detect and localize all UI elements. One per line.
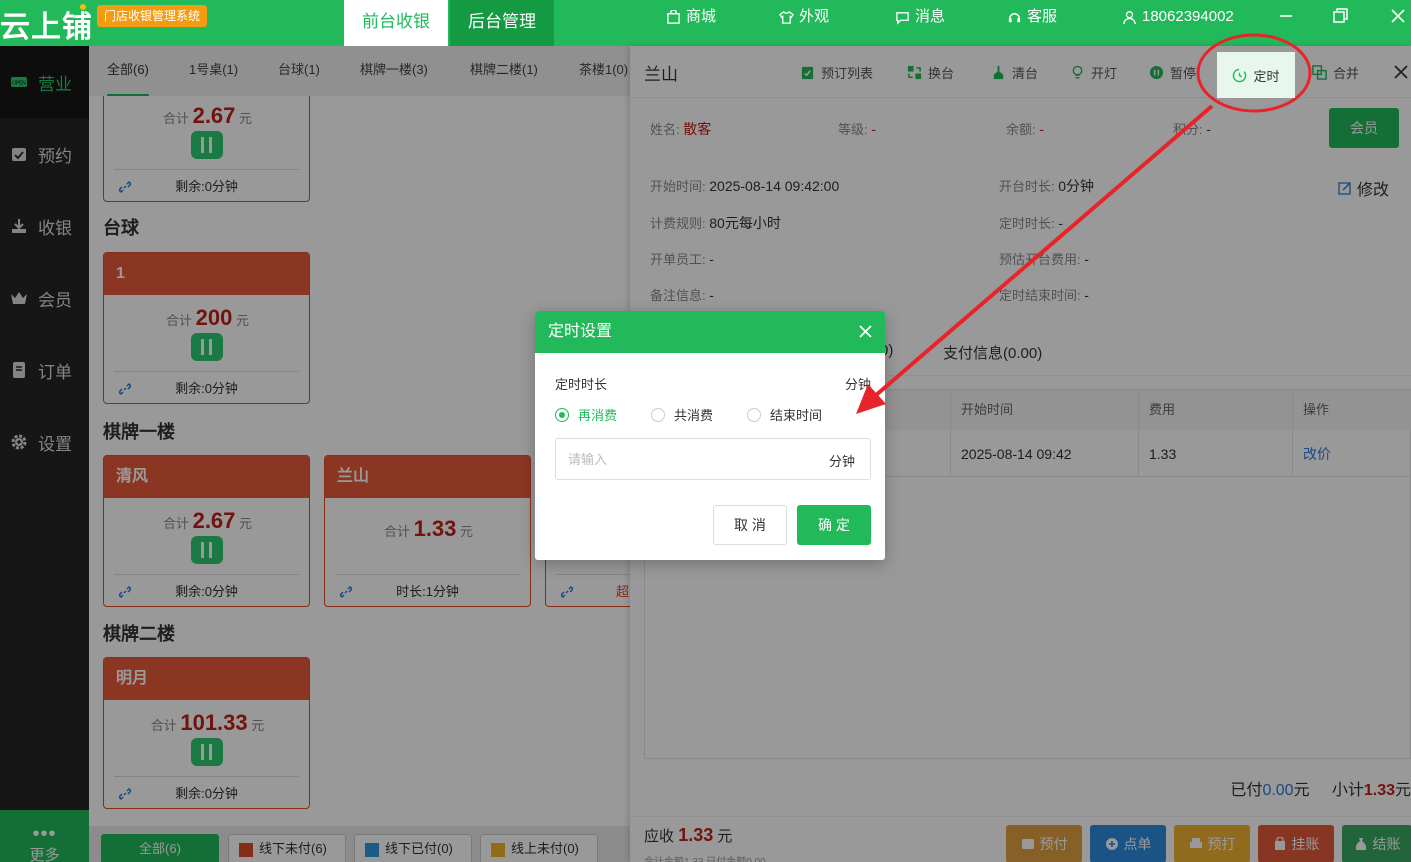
estimated-fee: 预估开台费用: -	[999, 251, 1089, 267]
member-button[interactable]: 会员	[1329, 108, 1399, 148]
top-bar: 云上铺 门店收银管理系统 前台收银 后台管理 商城 外观 消息 客服 18062…	[0, 0, 1411, 46]
row-fee: 1.33	[1139, 431, 1293, 477]
clipboard-check-icon	[801, 66, 814, 80]
radio-dot	[555, 407, 569, 422]
order-button[interactable]: 点单	[1090, 825, 1166, 862]
tab-front-desk[interactable]: 前台收银	[344, 0, 448, 46]
booking-list-button[interactable]: 预订列表	[800, 63, 873, 82]
bag-icon	[1274, 837, 1285, 850]
broom-icon	[993, 65, 1004, 80]
customer-balance: 余额: -	[1006, 121, 1044, 137]
duration-input[interactable]	[555, 438, 871, 480]
billing-rule: 计费规则: 80元每小时	[650, 215, 781, 231]
customer-name: 姓名: 散客	[650, 121, 712, 137]
amount-due-detail: 合计金额1.33 已付金额0.00	[644, 853, 766, 862]
open-duration: 开台时长: 0分钟	[999, 178, 1095, 194]
user-icon	[1123, 10, 1136, 24]
remark: 备注信息: -	[650, 287, 714, 303]
change-price-link[interactable]: 改价	[1293, 431, 1411, 477]
nav-messages-label: 消息	[915, 8, 946, 25]
money-bag-icon	[1355, 838, 1366, 850]
confirm-button[interactable]: 确 定	[797, 505, 871, 545]
col-start-time: 开始时间	[951, 390, 1139, 430]
credit-button[interactable]: 挂账	[1258, 825, 1334, 862]
radio-dot	[651, 407, 665, 422]
system-badge: 门店收银管理系统	[97, 5, 208, 27]
printer-icon	[1189, 838, 1202, 848]
checkout-button[interactable]: 结账	[1342, 825, 1411, 862]
prepay-button[interactable]: 预付	[1006, 825, 1082, 862]
timer-button-highlight[interactable]: 定时	[1217, 52, 1295, 98]
merge-button[interactable]: 合并	[1312, 63, 1359, 82]
duration-unit: 分钟	[844, 377, 871, 392]
panel-title: 兰山	[644, 65, 678, 84]
pause-button[interactable]: 暂停	[1149, 63, 1196, 82]
app-logo: 云上铺	[0, 11, 93, 44]
headset-icon	[1008, 12, 1021, 22]
nav-user[interactable]: 18062394002	[1122, 0, 1234, 34]
duration-label: 定时时长	[555, 377, 608, 392]
timer-end-time: 定时结束时间: -	[999, 287, 1089, 303]
radio-extra-consumption[interactable]: 再消费	[555, 405, 617, 424]
restore-icon[interactable]	[1330, 6, 1350, 26]
cancel-button[interactable]: 取 消	[713, 505, 787, 545]
tab-back-office[interactable]: 后台管理	[450, 0, 554, 46]
timer-icon	[1233, 68, 1247, 82]
nav-mall[interactable]: 商城	[666, 0, 716, 34]
close-icon[interactable]	[1391, 62, 1411, 82]
nav-mall-label: 商城	[686, 8, 717, 25]
change-table-button[interactable]: 换台	[907, 63, 954, 82]
amount-due: 应收 1.33 元	[644, 825, 733, 845]
subtotal-amount: 1.33	[1363, 782, 1395, 799]
radio-end-time[interactable]: 结束时间	[747, 405, 822, 424]
minimize-icon[interactable]	[1276, 6, 1296, 26]
preprint-button[interactable]: 预打	[1174, 825, 1250, 862]
dialog-header: 定时设置	[535, 311, 885, 353]
col-action: 操作	[1293, 390, 1411, 430]
nav-messages[interactable]: 消息	[895, 0, 945, 34]
panel-footer: 应收 1.33 元 合计金额1.33 已付金额0.00 预付 点单 预打 挂账 …	[630, 816, 1411, 862]
timer-settings-dialog: 定时设置 定时时长 分钟 再消费 共消费 结束时间 分钟 取 消 确 定	[535, 311, 885, 560]
tab-payment-info[interactable]: 支付信息(0.00)	[943, 342, 1042, 363]
radio-dot	[747, 407, 761, 422]
bulb-icon	[1072, 65, 1083, 79]
message-icon	[896, 11, 909, 25]
wallet-icon	[1021, 839, 1034, 849]
close-window-icon[interactable]	[1388, 6, 1408, 26]
nav-user-phone: 18062394002	[1142, 8, 1234, 25]
edit-button[interactable]: 修改	[1338, 176, 1389, 200]
start-time: 开始时间: 2025-08-14 09:42:00	[650, 178, 840, 194]
col-fee: 费用	[1139, 390, 1293, 430]
close-icon[interactable]	[858, 324, 873, 339]
clear-table-button[interactable]: 清台	[991, 63, 1038, 82]
timer-duration: 定时时长: -	[999, 215, 1063, 231]
logo-dot-icon	[80, 4, 86, 10]
row-start-time: 2025-08-14 09:42	[951, 431, 1139, 477]
nav-support[interactable]: 客服	[1007, 0, 1057, 34]
input-unit: 分钟	[828, 454, 855, 469]
swap-icon	[907, 65, 922, 80]
staff: 开单员工: -	[650, 251, 714, 267]
nav-support-label: 客服	[1027, 8, 1058, 25]
radio-total-consumption[interactable]: 共消费	[651, 405, 713, 424]
nav-appearance-label: 外观	[799, 8, 830, 25]
light-on-button[interactable]: 开灯	[1070, 63, 1117, 82]
shop-icon	[667, 9, 680, 24]
merge-icon	[1312, 65, 1327, 80]
customer-points: 积分: -	[1173, 121, 1211, 137]
pause-circle-icon	[1149, 65, 1164, 80]
paid-summary: 已付0.00元 小计1.33元	[1230, 782, 1411, 799]
customer-level: 等级: -	[838, 121, 876, 137]
plus-circle-icon	[1105, 838, 1118, 850]
shirt-icon	[779, 10, 794, 24]
dialog-title: 定时设置	[548, 323, 613, 340]
nav-appearance[interactable]: 外观	[779, 0, 829, 34]
edit-icon	[1338, 182, 1351, 195]
paid-amount: 0.00	[1262, 782, 1294, 799]
